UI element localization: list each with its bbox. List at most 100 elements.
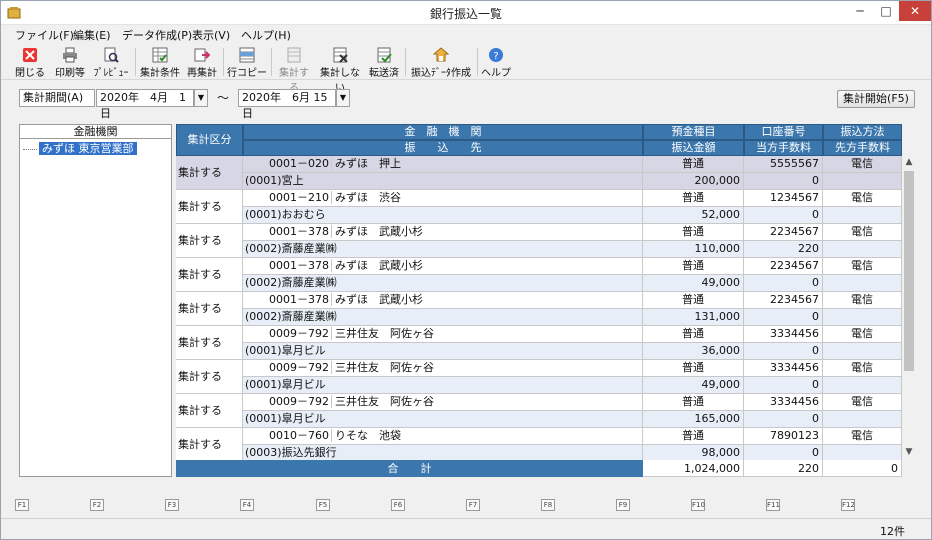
minimize-button[interactable]: ─: [847, 1, 873, 21]
vertical-scrollbar[interactable]: ▲ ▼: [902, 157, 916, 461]
maximize-button[interactable]: □: [873, 1, 899, 21]
conditions-icon: [152, 47, 168, 63]
row-kubun[interactable]: 集計する: [176, 156, 243, 190]
fkey-f12[interactable]: F12: [841, 499, 855, 511]
menu-help[interactable]: ヘルプ(H): [241, 27, 291, 43]
fkey-f10[interactable]: F10: [691, 499, 705, 511]
close-window-button[interactable]: ✕: [899, 1, 931, 21]
fkey-f8[interactable]: F8: [541, 499, 555, 511]
row-payee: (0001)おおむら: [243, 207, 643, 224]
period-label: 集計期間(A): [19, 89, 95, 107]
table-row[interactable]: 集計する 0001－020 みずほ 押上 (0001)宮上 普通 200,000 …: [176, 156, 902, 190]
start-aggregation-button[interactable]: 集計開始(F5): [837, 90, 915, 108]
date-to-input[interactable]: 2020年 6月 15日: [238, 89, 336, 120]
scroll-down-icon[interactable]: ▼: [902, 447, 916, 457]
menu-edit[interactable]: 編集(E): [73, 27, 111, 43]
preview-button[interactable]: ﾌﾟﾚﾋﾞｭｰ: [91, 46, 131, 79]
scroll-up-icon[interactable]: ▲: [902, 157, 916, 167]
fkey-f11[interactable]: F11: [766, 499, 780, 511]
row-bank: 0009－792 三井住友 阿佐ヶ谷: [243, 394, 643, 411]
row-bank-code: 0009－792: [269, 327, 329, 340]
printer-icon: [63, 47, 77, 63]
row-method: 電信: [823, 360, 902, 377]
date-from-dropdown[interactable]: ▼: [194, 89, 208, 107]
total-amount: 1,024,000: [643, 460, 744, 477]
header-bank: 金 融 機 関: [243, 124, 643, 140]
menu-file[interactable]: ファイル(F): [15, 27, 74, 43]
conditions-button[interactable]: 集計条件: [139, 46, 181, 79]
row-amount: 36,000: [643, 343, 744, 360]
header-fee-theirs: 先方手数料: [823, 140, 902, 156]
toolbar-separator: [135, 48, 136, 76]
window-title: 銀行振込一覧: [429, 7, 502, 21]
row-bank: 0001－378 みずほ 武蔵小杉: [243, 292, 643, 309]
row-kubun[interactable]: 集計する: [176, 326, 243, 360]
row-amount: 49,000: [643, 275, 744, 292]
row-kubun[interactable]: 集計する: [176, 360, 243, 394]
function-key-bar: F1 F2 F3 F4 F5 F6 F7 F8 F9 F10 F11 F12: [1, 497, 931, 515]
help-button[interactable]: ? ヘルプ: [481, 46, 511, 79]
row-copy-button[interactable]: 行コピー: [227, 46, 267, 79]
total-fee-ours: 220: [744, 460, 823, 477]
exclude-button[interactable]: 集計しない: [317, 46, 363, 94]
header-account-type: 預金種目: [643, 124, 744, 140]
row-method: 電信: [823, 190, 902, 207]
table-row[interactable]: 集計する 0001－378 みずほ 武蔵小杉 (0002)斎藤産業㈱ 普通 49,…: [176, 258, 902, 292]
bank-tree-panel: 金融機関 みずほ 東京営業部: [19, 124, 172, 477]
table-row[interactable]: 集計する 0009－792 三井住友 阿佐ヶ谷 (0001)皐月ビル 普通 49,…: [176, 360, 902, 394]
recalc-button[interactable]: 再集計: [185, 46, 219, 79]
fkey-f1[interactable]: F1: [15, 499, 29, 511]
table-row[interactable]: 集計する 0009－792 三井住友 阿佐ヶ谷 (0001)皐月ビル 普通 36,…: [176, 326, 902, 360]
row-bank-code: 0001－378: [269, 225, 329, 238]
date-from-input[interactable]: 2020年 4月 1日: [96, 89, 194, 120]
row-account: 3334456: [744, 326, 823, 343]
fkey-f3[interactable]: F3: [165, 499, 179, 511]
record-count: 12件: [880, 525, 905, 538]
scroll-thumb[interactable]: [904, 171, 914, 371]
row-kubun[interactable]: 集計する: [176, 190, 243, 224]
header-fee-ours: 当方手数料: [744, 140, 823, 156]
row-kubun[interactable]: 集計する: [176, 394, 243, 428]
fkey-f4[interactable]: F4: [240, 499, 254, 511]
row-account: 1234567: [744, 190, 823, 207]
fkey-f9[interactable]: F9: [616, 499, 630, 511]
print-button[interactable]: 印刷等: [53, 46, 87, 79]
menu-data-create[interactable]: データ作成(P): [122, 27, 192, 43]
fkey-f2[interactable]: F2: [90, 499, 104, 511]
row-bank-name: みずほ 武蔵小杉: [331, 293, 423, 306]
close-button[interactable]: 閉じる: [14, 46, 46, 79]
menu-view[interactable]: 表示(V): [192, 27, 230, 43]
row-kubun[interactable]: 集計する: [176, 292, 243, 326]
row-fee-ours: 0: [744, 377, 823, 394]
tree-item-label: みずほ 東京営業部: [39, 142, 137, 155]
include-button[interactable]: 集計する: [275, 46, 313, 94]
table-row[interactable]: 集計する 0009－792 三井住友 阿佐ヶ谷 (0001)皐月ビル 普通 165…: [176, 394, 902, 428]
row-fee-ours: 0: [744, 207, 823, 224]
create-data-button[interactable]: 振込ﾃﾞｰﾀ作成: [409, 46, 473, 79]
date-to-dropdown[interactable]: ▼: [336, 89, 350, 107]
row-bank-name: 三井住友 阿佐ヶ谷: [331, 327, 434, 340]
row-fee-theirs: [823, 207, 902, 224]
table-row[interactable]: 集計する 0001－210 みずほ 渋谷 (0001)おおむら 普通 52,000…: [176, 190, 902, 224]
row-payee: (0001)皐月ビル: [243, 411, 643, 428]
table-row[interactable]: 集計する 0001－378 みずほ 武蔵小杉 (0002)斎藤産業㈱ 普通 131…: [176, 292, 902, 326]
row-fee-theirs: [823, 173, 902, 190]
row-type: 普通: [643, 292, 744, 309]
row-kubun[interactable]: 集計する: [176, 428, 243, 462]
table-row[interactable]: 集計する 0001－378 みずほ 武蔵小杉 (0002)斎藤産業㈱ 普通 110…: [176, 224, 902, 258]
row-kubun[interactable]: 集計する: [176, 224, 243, 258]
row-type: 普通: [643, 360, 744, 377]
row-fee-ours: 0: [744, 343, 823, 360]
fkey-f7[interactable]: F7: [466, 499, 480, 511]
row-bank: 0009－792 三井住友 阿佐ヶ谷: [243, 360, 643, 377]
table-row[interactable]: 集計する 0010－760 りそな 池袋 (0003)振込先銀行 普通 98,00…: [176, 428, 902, 462]
fkey-f5[interactable]: F5: [316, 499, 330, 511]
row-bank-code: 0001－020: [269, 157, 329, 170]
row-payee: (0002)斎藤産業㈱: [243, 275, 643, 292]
tree-item-mizuho-tokyo[interactable]: みずほ 東京営業部: [23, 142, 137, 155]
transferred-button[interactable]: 転送済: [367, 46, 401, 79]
fkey-f6[interactable]: F6: [391, 499, 405, 511]
row-fee-theirs: [823, 411, 902, 428]
row-bank-code: 0001－378: [269, 259, 329, 272]
row-kubun[interactable]: 集計する: [176, 258, 243, 292]
